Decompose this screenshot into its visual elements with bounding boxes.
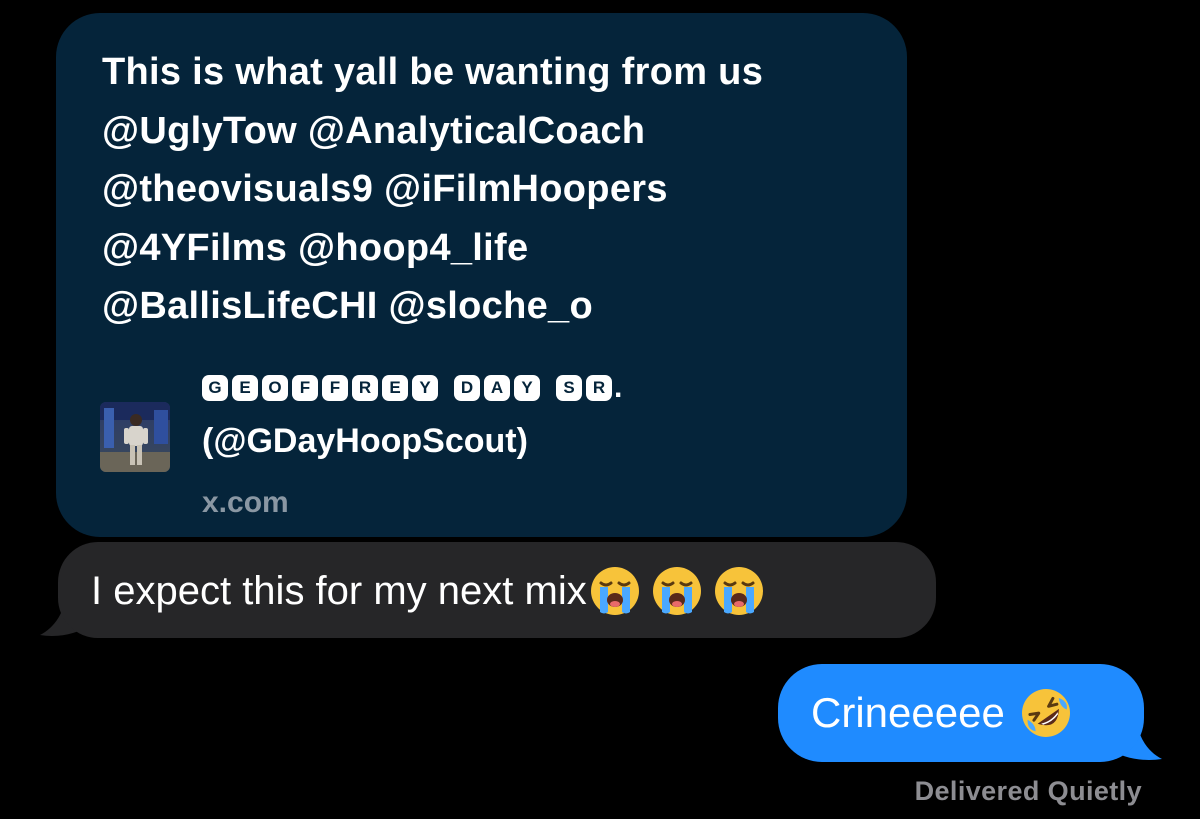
author-name-letter: F bbox=[322, 375, 348, 401]
author-name-word: G E O F F R E Y bbox=[202, 375, 442, 401]
author-name-letter: E bbox=[232, 375, 258, 401]
loudly-crying-face-icon bbox=[714, 567, 763, 615]
author-name-word: S R . bbox=[556, 371, 623, 404]
rolling-on-floor-laughing-icon bbox=[1021, 689, 1070, 737]
author-name-letter: F bbox=[292, 375, 318, 401]
author-name-letter: D bbox=[454, 375, 480, 401]
link-message-text: This is what yall be wanting from us @Ug… bbox=[102, 43, 892, 336]
author-name-letter: E bbox=[382, 375, 408, 401]
author-name-letter: S bbox=[556, 375, 582, 401]
author-name-suffix: . bbox=[614, 371, 623, 404]
link-message-line: This is what yall be wanting from us bbox=[102, 51, 764, 93]
preview-title: G E O F F R E Y D A Y S R . (@GDayHoopSc… bbox=[202, 368, 842, 461]
profile-photo-thumbnail bbox=[100, 402, 170, 472]
author-name-letter: A bbox=[484, 375, 510, 401]
outgoing-message-bubble[interactable]: Crineeeee bbox=[778, 664, 1144, 762]
link-message-line: @UglyTow @AnalyticalCoach bbox=[102, 109, 646, 152]
author-name-letter: Y bbox=[514, 375, 540, 401]
incoming-message-body: I expect this for my next mix bbox=[91, 569, 587, 613]
outgoing-message-body: Crineeeee bbox=[811, 689, 1005, 736]
link-message-line: @BallisLifeCHI @sloche_o bbox=[102, 285, 593, 327]
incoming-message-bubble[interactable]: I expect this for my next mix bbox=[58, 542, 936, 638]
emoji-row bbox=[589, 565, 775, 617]
incoming-message-text: I expect this for my next mix bbox=[91, 565, 775, 617]
preview-author-name: G E O F F R E Y D A Y S R . bbox=[202, 368, 842, 408]
link-preview-card[interactable]: G E O F F R E Y D A Y S R . (@GDayHoopSc… bbox=[100, 368, 860, 519]
delivery-status: Delivered Quietly bbox=[914, 776, 1142, 806]
loudly-crying-face-icon bbox=[652, 567, 701, 615]
link-message-line: @theovisuals9 @iFilmHoopers bbox=[102, 168, 668, 210]
preview-handle: (@GDayHoopScout) bbox=[202, 422, 528, 460]
loudly-crying-face-icon bbox=[590, 567, 639, 615]
author-name-word: D A Y bbox=[454, 375, 544, 401]
profile-photo-icon bbox=[100, 402, 170, 472]
outgoing-message-text: Crineeeee bbox=[811, 686, 1073, 740]
link-preview-message-bubble[interactable]: This is what yall be wanting from us @Ug… bbox=[56, 13, 907, 537]
author-name-letter: G bbox=[202, 375, 228, 401]
preview-domain: x.com bbox=[202, 486, 289, 519]
link-message-line: @4YFilms @hoop4_life bbox=[102, 226, 529, 269]
author-name-letter: O bbox=[262, 375, 288, 401]
author-name-letter: Y bbox=[412, 375, 438, 401]
author-name-letter: R bbox=[352, 375, 378, 401]
author-name-letter: R bbox=[586, 375, 612, 401]
